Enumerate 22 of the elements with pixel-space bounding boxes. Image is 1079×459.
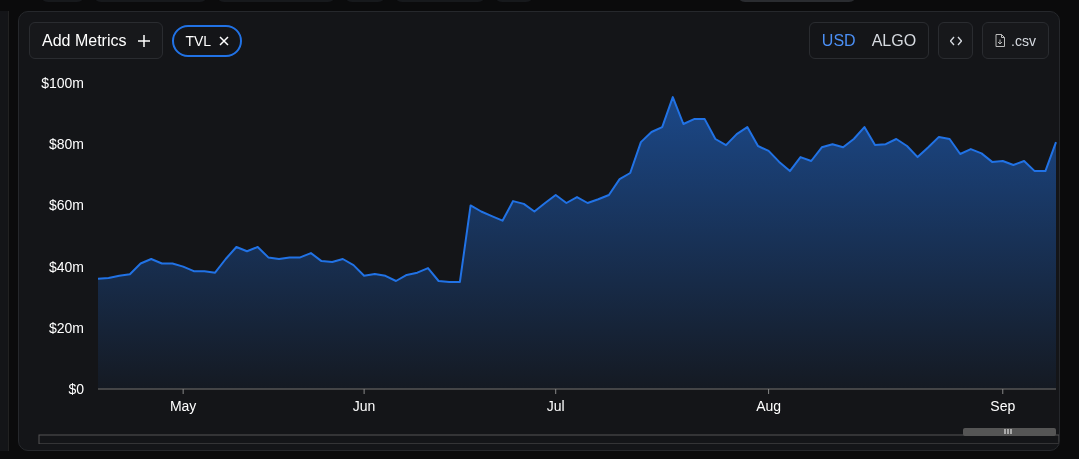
y-axis-label: $100m — [41, 75, 84, 91]
y-axis-label: $60m — [48, 197, 84, 214]
x-axis-label: Jun — [352, 398, 376, 414]
y-axis-label: $40m — [48, 258, 84, 275]
close-icon[interactable] — [219, 35, 230, 46]
file-download-icon — [995, 34, 1006, 47]
x-axis-label: Jul — [546, 398, 565, 414]
add-metrics-button[interactable]: Add Metrics — [29, 22, 164, 59]
x-axis-label: Sep — [990, 398, 1016, 414]
embed-button[interactable] — [938, 22, 974, 59]
x-axis-label: May — [169, 398, 197, 414]
range-brush[interactable] — [38, 428, 1059, 444]
currency-option[interactable]: ALGO — [865, 31, 923, 50]
csv-download-button[interactable]: .csv — [982, 22, 1049, 59]
code-icon — [949, 35, 962, 46]
y-axis-label: $20m — [48, 319, 84, 336]
metric-tag[interactable]: TVL — [172, 24, 243, 57]
plus-icon — [138, 34, 151, 47]
y-axis-label: $80m — [48, 136, 84, 153]
currency-option[interactable]: USD — [815, 31, 862, 50]
y-axis-label: $0 — [68, 381, 84, 397]
x-axis-label: Aug — [756, 398, 782, 414]
